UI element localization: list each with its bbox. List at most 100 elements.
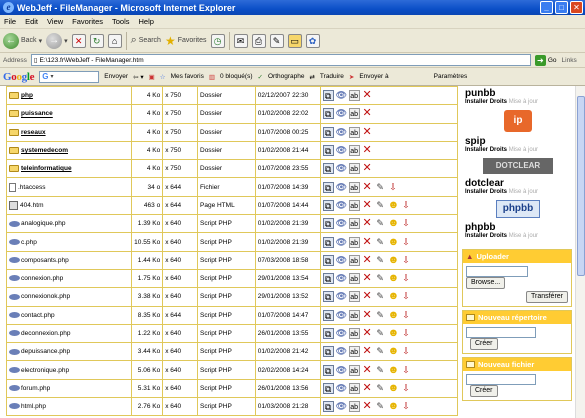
history-icon[interactable]: ◷ xyxy=(210,33,225,48)
address-input[interactable]: ▯ E:\123.fr\WebJeff - FileManager.htm xyxy=(30,54,531,66)
smiley-icon[interactable]: ☻ xyxy=(388,401,400,412)
copy-icon[interactable]: ⧉ xyxy=(322,108,334,120)
view-icon[interactable]: 👁 xyxy=(336,218,347,229)
copy-icon[interactable]: ⧉ xyxy=(322,346,334,358)
edit-icon[interactable]: ✎ xyxy=(269,33,284,48)
file-name[interactable]: composants.php xyxy=(21,257,69,264)
installer-link[interactable]: Installer xyxy=(465,99,488,105)
menu-favorites[interactable]: Favorites xyxy=(72,17,103,26)
smiley-icon[interactable]: ☻ xyxy=(388,364,400,376)
minimize-button[interactable]: _ xyxy=(540,1,553,14)
edit-icon[interactable]: ✎ xyxy=(375,328,386,339)
upload-file-input[interactable] xyxy=(466,266,528,277)
rename-icon[interactable]: ab xyxy=(348,163,360,175)
view-icon[interactable]: 👁 xyxy=(336,145,347,156)
file-name[interactable]: reseaux xyxy=(21,129,46,136)
home-icon[interactable]: ⌂ xyxy=(107,33,122,48)
copy-icon[interactable]: ⧉ xyxy=(322,401,334,413)
edit-icon[interactable]: ✎ xyxy=(375,310,386,321)
delete-icon[interactable]: ✕ xyxy=(362,346,373,357)
file-name-cell[interactable]: .htaccess xyxy=(5,177,133,197)
file-name[interactable]: c.php xyxy=(21,239,37,246)
rename-icon[interactable]: ab xyxy=(348,236,360,248)
edit-icon[interactable]: ✎ xyxy=(375,182,386,193)
file-perm[interactable]: x 640 xyxy=(162,360,198,380)
file-name-cell[interactable]: puissance xyxy=(5,104,133,124)
vertical-scrollbar[interactable] xyxy=(575,86,585,418)
smiley-icon[interactable]: ☻ xyxy=(388,328,400,339)
download-icon[interactable]: ⇩ xyxy=(401,346,412,357)
droits-link[interactable]: Droits xyxy=(490,147,507,153)
smiley-icon[interactable]: ☻ xyxy=(388,254,400,266)
delete-icon[interactable]: ✕ xyxy=(362,236,373,248)
maximize-button[interactable]: □ xyxy=(555,1,568,14)
rename-icon[interactable]: ab xyxy=(348,328,360,339)
smiley-icon[interactable]: ☻ xyxy=(388,199,400,211)
download-icon[interactable]: ⇩ xyxy=(401,291,412,302)
scrollbar-thumb[interactable] xyxy=(577,96,585,276)
delete-icon[interactable]: ✕ xyxy=(362,145,373,156)
download-icon[interactable]: ⇩ xyxy=(401,383,412,394)
rename-icon[interactable]: ab xyxy=(348,273,360,285)
view-icon[interactable]: 👁 xyxy=(336,310,347,321)
download-icon[interactable]: ⇩ xyxy=(401,218,412,229)
file-name-cell[interactable]: html.php xyxy=(5,397,133,417)
google-parametres[interactable]: Paramètres xyxy=(434,73,468,80)
rename-icon[interactable]: ab xyxy=(348,346,360,358)
news-icon[interactable]: ▣ xyxy=(149,73,155,81)
edit-icon[interactable]: ✎ xyxy=(375,255,386,266)
file-name[interactable]: electronique.php xyxy=(21,367,69,374)
file-name[interactable]: php xyxy=(21,92,33,99)
edit-icon[interactable]: ✎ xyxy=(375,200,386,211)
view-icon[interactable]: 👁 xyxy=(336,127,347,138)
copy-icon[interactable]: ⧉ xyxy=(322,199,334,211)
menu-file[interactable]: File xyxy=(4,17,16,26)
file-perm[interactable]: x 750 xyxy=(162,104,198,124)
creer-file-button[interactable]: Créer xyxy=(470,385,498,397)
view-icon[interactable]: 👁 xyxy=(336,365,347,376)
edit-icon[interactable]: ✎ xyxy=(375,346,386,357)
view-icon[interactable]: 👁 xyxy=(336,90,347,101)
file-perm[interactable]: x 640 xyxy=(162,214,198,234)
copy-icon[interactable]: ⧉ xyxy=(322,364,334,376)
folder-icon[interactable]: ▭ xyxy=(287,33,302,48)
delete-icon[interactable]: ✕ xyxy=(362,364,373,376)
copy-icon[interactable]: ⧉ xyxy=(322,90,334,102)
view-icon[interactable]: 👁 xyxy=(336,237,347,248)
links-label[interactable]: Links xyxy=(562,57,577,64)
rename-icon[interactable]: ab xyxy=(348,145,360,157)
file-name-cell[interactable]: forum.php xyxy=(5,378,133,399)
file-perm[interactable]: x 640 xyxy=(162,397,198,417)
rename-icon[interactable]: ab xyxy=(348,254,360,266)
view-icon[interactable]: 👁 xyxy=(336,108,347,119)
google-bloques[interactable]: 0 bloqué(s) xyxy=(220,73,253,80)
file-name[interactable]: systemedecom xyxy=(21,147,68,154)
google-ortho[interactable]: Orthographe xyxy=(268,73,305,80)
creer-directory-button[interactable]: Créer xyxy=(470,338,498,350)
delete-icon[interactable]: ✕ xyxy=(362,328,373,339)
file-name-cell[interactable]: connexion.php xyxy=(5,268,133,289)
rename-icon[interactable]: ab xyxy=(348,309,360,321)
delete-icon[interactable]: ✕ xyxy=(362,90,373,101)
file-name-cell[interactable]: connexionok.php xyxy=(5,287,133,307)
favorites-button[interactable]: ★ Favorites xyxy=(165,34,207,48)
file-name-cell[interactable]: reseaux xyxy=(5,122,133,142)
file-perm[interactable]: x 640 xyxy=(162,250,198,270)
smiley-icon[interactable]: ☻ xyxy=(388,236,400,248)
file-name[interactable]: .htaccess xyxy=(18,184,45,191)
refresh-icon[interactable]: ↻ xyxy=(89,33,104,48)
copy-icon[interactable]: ⧉ xyxy=(322,254,334,266)
view-icon[interactable]: 👁 xyxy=(336,163,347,174)
file-name[interactable]: 404.htm xyxy=(20,202,44,209)
file-name-cell[interactable]: systemedecom xyxy=(5,140,133,161)
download-icon[interactable]: ⇩ xyxy=(401,237,412,248)
file-name[interactable]: forum.php xyxy=(21,385,50,392)
mail-icon[interactable]: ✉ xyxy=(233,33,248,48)
transferer-button[interactable]: Transférer xyxy=(525,291,568,303)
new-directory-input[interactable] xyxy=(466,327,536,338)
file-name-cell[interactable]: composants.php xyxy=(5,250,133,270)
file-perm[interactable]: x 750 xyxy=(162,140,198,161)
menu-tools[interactable]: Tools xyxy=(112,17,130,26)
download-icon[interactable]: ⇩ xyxy=(401,328,412,339)
maj-link[interactable]: Mise à jour xyxy=(509,189,538,195)
